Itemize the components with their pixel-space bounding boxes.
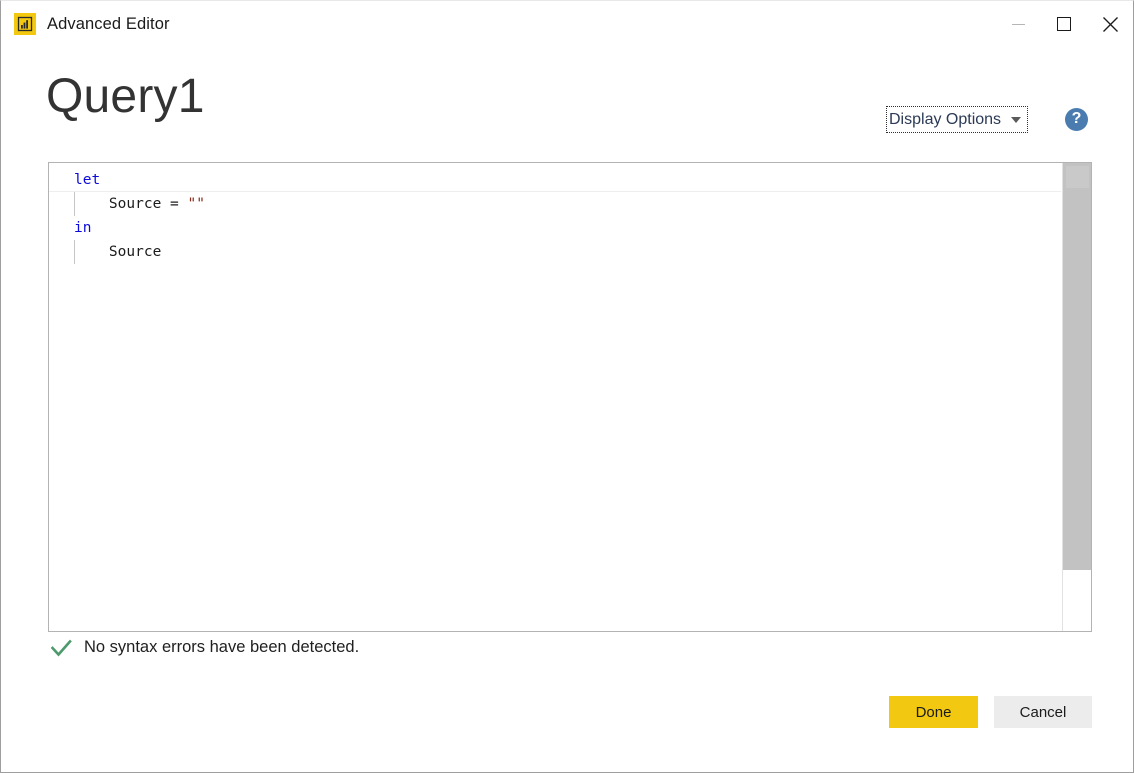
help-icon[interactable]: ?	[1065, 108, 1088, 131]
display-options-dropdown[interactable]: Display Options	[885, 106, 1029, 133]
window-controls	[995, 1, 1133, 47]
scrollbar-thumb[interactable]	[1063, 163, 1091, 570]
maximize-button[interactable]	[1041, 1, 1087, 47]
window-title: Advanced Editor	[47, 14, 170, 33]
code-token-string: ""	[187, 196, 205, 212]
checkmark-icon	[51, 639, 72, 657]
close-icon	[1102, 16, 1119, 33]
code-token-keyword: let	[74, 172, 101, 188]
advanced-editor-window: Advanced Editor Query1 Display Options ?…	[0, 0, 1134, 773]
vertical-scrollbar[interactable]	[1062, 163, 1091, 631]
code-line: in	[49, 216, 1061, 240]
code-token-identifier: Source =	[108, 196, 188, 212]
status-message: No syntax errors have been detected.	[84, 638, 360, 656]
status-bar: No syntax errors have been detected.	[51, 638, 359, 657]
minimize-button[interactable]	[995, 1, 1041, 47]
page-title: Query1	[46, 70, 205, 123]
display-options-label: Display Options	[889, 110, 1002, 128]
code-token-keyword: in	[74, 220, 92, 236]
code-editor[interactable]: let Source = "" in Source	[48, 162, 1092, 632]
close-button[interactable]	[1087, 1, 1133, 47]
powerbi-bar-chart-icon	[14, 13, 36, 35]
chevron-down-icon	[1011, 116, 1022, 123]
cancel-button[interactable]: Cancel	[994, 696, 1092, 728]
title-bar: Advanced Editor	[1, 1, 1133, 47]
help-glyph: ?	[1071, 110, 1082, 127]
code-line: Source	[49, 240, 1061, 264]
code-editor-content[interactable]: let Source = "" in Source	[49, 163, 1061, 631]
code-line: Source = ""	[49, 192, 1061, 216]
done-button[interactable]: Done	[889, 696, 978, 728]
maximize-icon	[1057, 17, 1071, 31]
code-line: let	[49, 168, 1061, 192]
minimize-icon	[1011, 23, 1025, 25]
scrollbar-thumb-highlight	[1066, 166, 1089, 188]
code-token-identifier: Source	[108, 244, 162, 260]
